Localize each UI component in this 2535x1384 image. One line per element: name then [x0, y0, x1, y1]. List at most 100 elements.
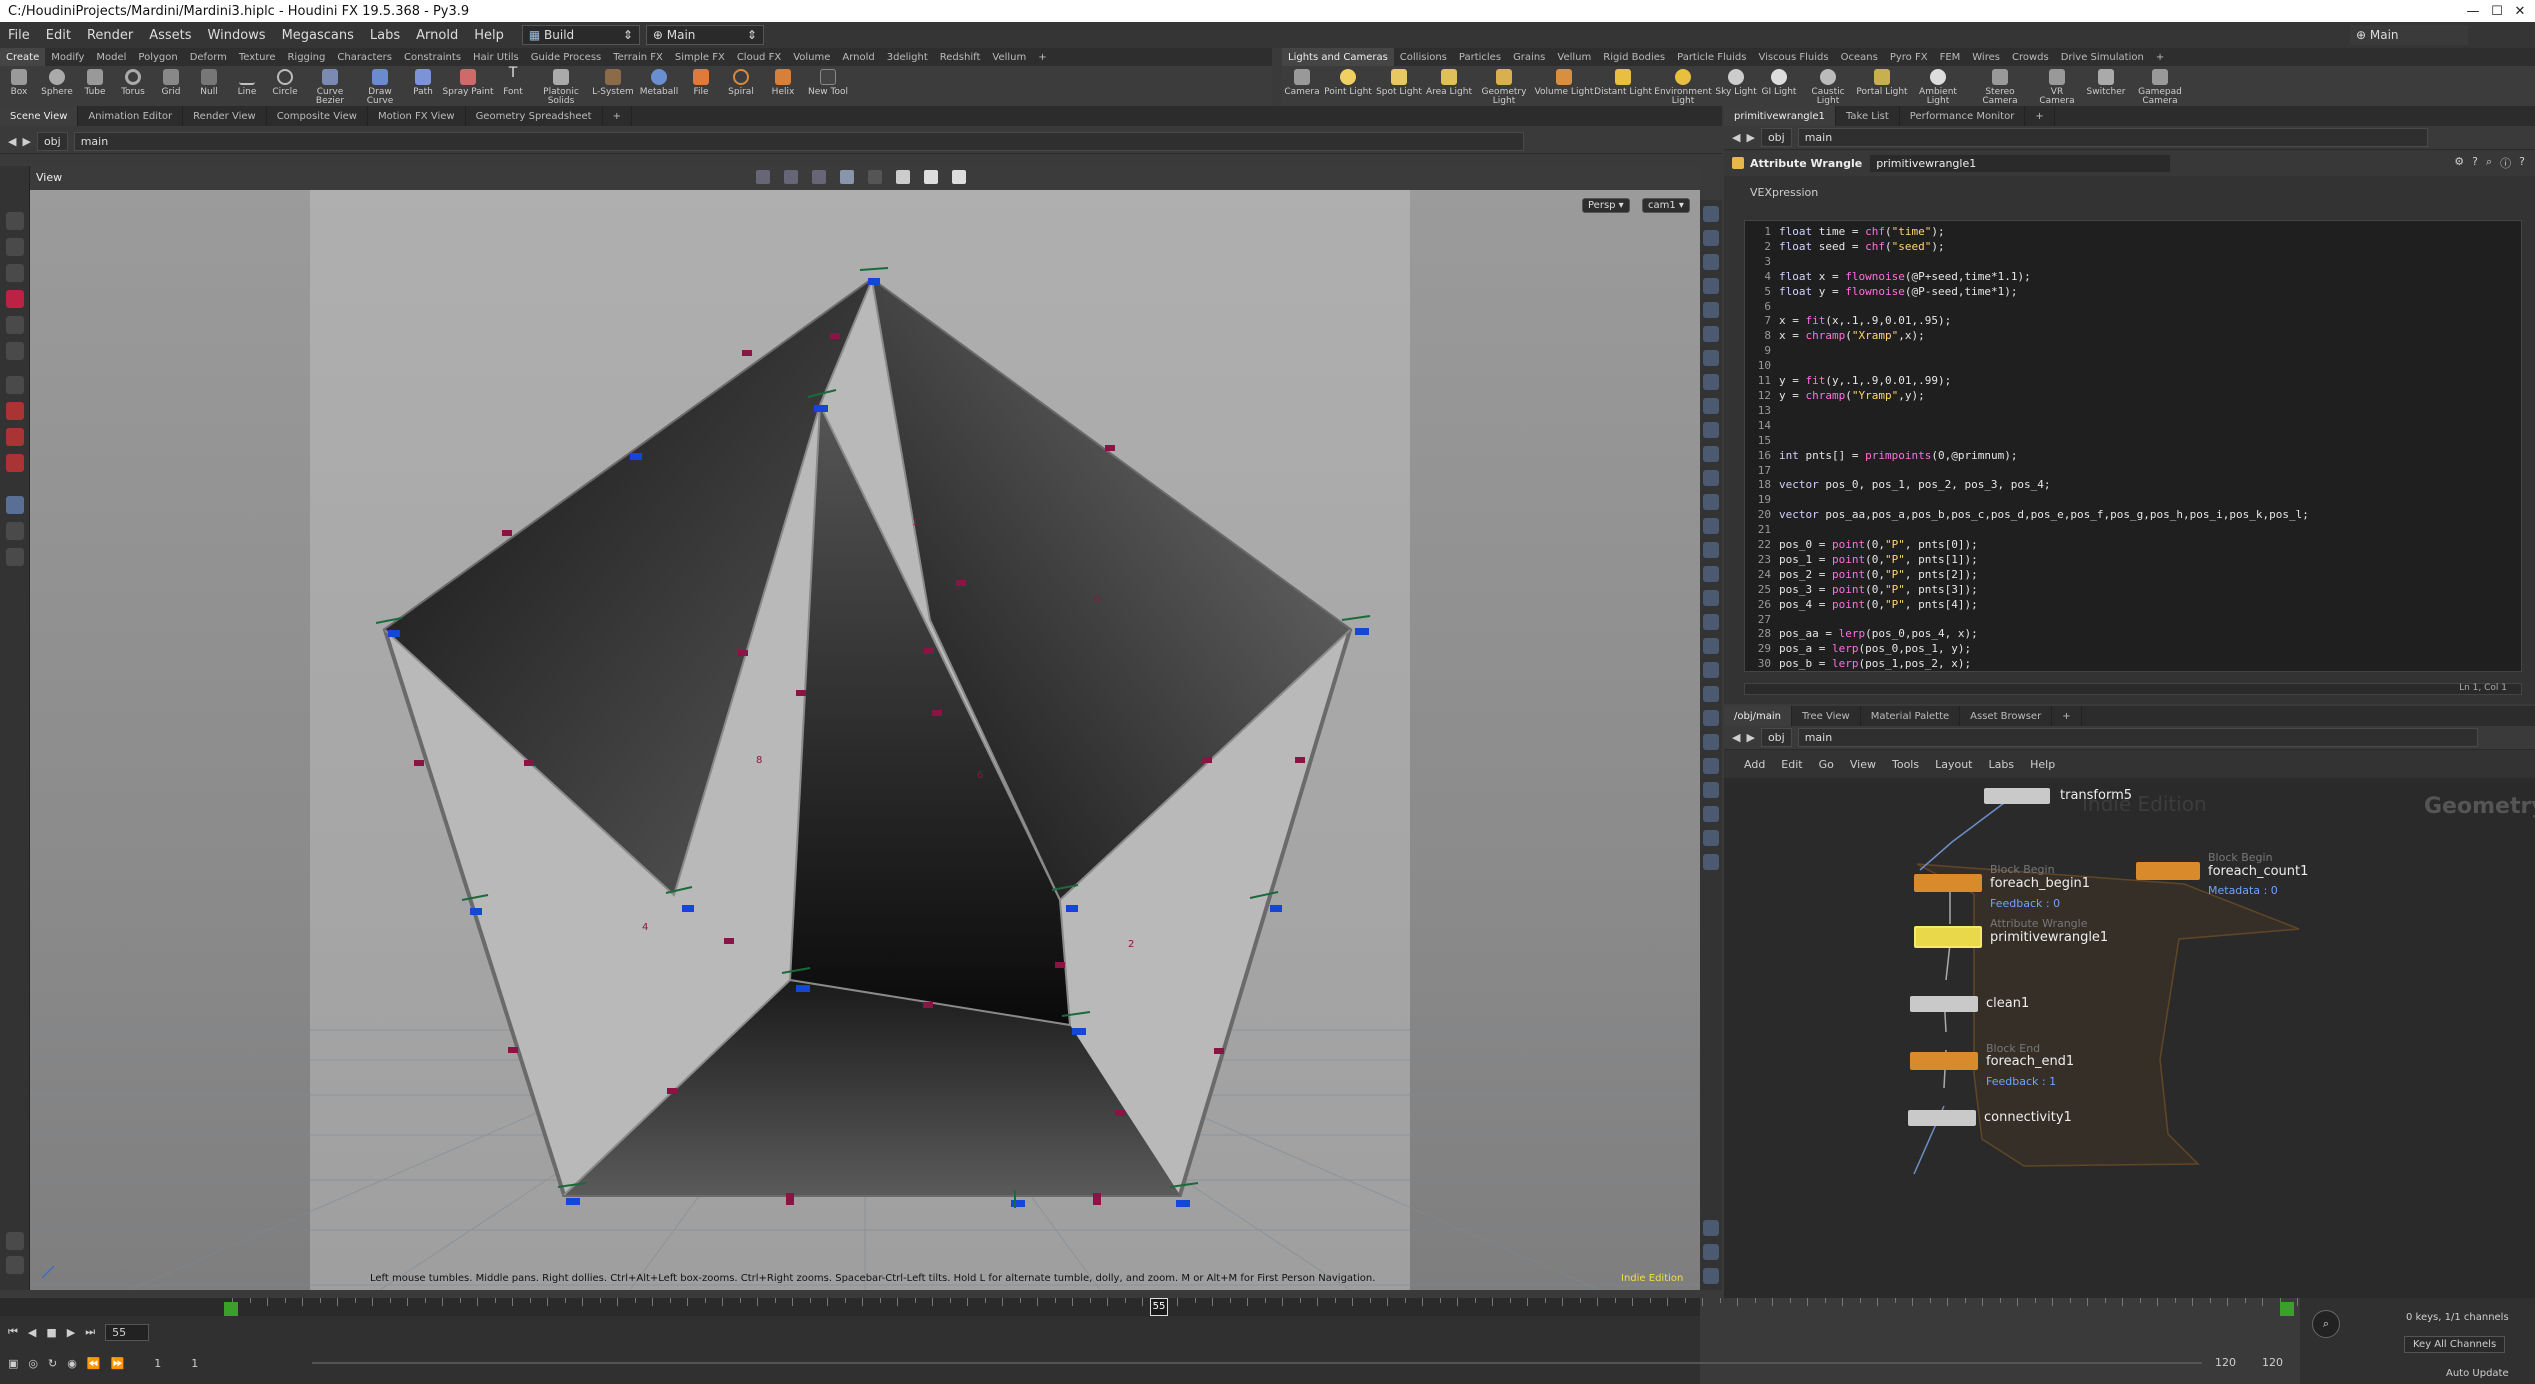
shelf-tab[interactable]: Simple FX	[669, 48, 731, 66]
shelf-tab[interactable]: Volume	[787, 48, 836, 66]
tab-composite-view[interactable]: Composite View	[267, 106, 368, 126]
tool-ambient-light[interactable]: Ambient Light	[1908, 66, 1968, 106]
loop-icon[interactable]: ↻	[48, 1357, 57, 1370]
range-start-handle[interactable]	[224, 1302, 238, 1316]
tool-null[interactable]: Null	[190, 66, 228, 97]
display-option-icon[interactable]	[1703, 350, 1719, 366]
auto-update-dropdown[interactable]: Auto Update	[2446, 1368, 2509, 1379]
next-key-icon[interactable]: ⏩	[111, 1357, 125, 1370]
path-obj[interactable]: obj	[1760, 728, 1792, 747]
path-main[interactable]: main	[1797, 728, 2478, 747]
tool-switcher[interactable]: Switcher	[2082, 66, 2130, 97]
range-end2-field[interactable]: 120	[2262, 1356, 2283, 1369]
tool-circle[interactable]: Circle	[266, 66, 304, 97]
tool-stereo-camera[interactable]: Stereo Camera	[1968, 66, 2032, 106]
tab-material-palette[interactable]: Material Palette	[1861, 706, 1961, 726]
add-shelf-tab-button[interactable]: +	[2150, 48, 2170, 66]
vex-code-editor[interactable]: 1 float time = chf("time"); 2 float seed = …	[1744, 220, 2522, 672]
stop-icon[interactable]: ■	[46, 1326, 56, 1339]
shelf-tab[interactable]: Crowds	[2006, 48, 2055, 66]
display-option-icon[interactable]	[1703, 806, 1719, 822]
add-pane-tab-button[interactable]: +	[2025, 106, 2055, 126]
tool-caustic-light[interactable]: Caustic Light	[1800, 66, 1856, 106]
network-menu-view[interactable]: View	[1850, 758, 1876, 771]
node-connectivity1[interactable]	[1908, 1110, 1976, 1126]
menu-arnold[interactable]: Arnold	[408, 28, 466, 43]
display-option-icon[interactable]	[1703, 734, 1719, 750]
magnet-icon[interactable]	[6, 454, 24, 472]
tool-path[interactable]: Path	[404, 66, 442, 97]
key-all-channels-button[interactable]: Key All Channels	[2404, 1336, 2506, 1353]
camera-dropdown[interactable]: cam1 ▾	[1642, 198, 1690, 213]
light-icon[interactable]	[6, 1232, 24, 1250]
help-icon[interactable]: ?	[2472, 155, 2478, 171]
back-icon[interactable]: ◀	[8, 135, 16, 148]
display-option-icon[interactable]	[1703, 854, 1719, 870]
node-foreach-end1[interactable]	[1910, 1052, 1978, 1070]
tab-render-view[interactable]: Render View	[183, 106, 267, 126]
network-menu-tools[interactable]: Tools	[1892, 758, 1919, 771]
forward-icon[interactable]: ▶	[1746, 131, 1754, 144]
tool-line[interactable]: Line	[228, 66, 266, 97]
close-button[interactable]: ✕	[2497, 0, 2535, 22]
tab-motion-fx-view[interactable]: Motion FX View	[368, 106, 466, 126]
shelf-tab[interactable]: Collisions	[1394, 48, 1453, 66]
shelf-tab[interactable]: Modify	[45, 48, 90, 66]
network-menu-layout[interactable]: Layout	[1935, 758, 1972, 771]
shelf-tab[interactable]: Wires	[1966, 48, 2006, 66]
forward-icon[interactable]: ▶	[22, 135, 30, 148]
tool-gi-light[interactable]: GI Light	[1758, 66, 1800, 97]
tool-sphere[interactable]: Sphere	[38, 66, 76, 97]
shelf-tab[interactable]: FEM	[1934, 48, 1967, 66]
display-option-icon[interactable]	[1703, 1244, 1719, 1260]
info-icon[interactable]	[1703, 1220, 1719, 1236]
tab-geometry-spreadsheet[interactable]: Geometry Spreadsheet	[466, 106, 603, 126]
shelf-tab[interactable]: Rigging	[281, 48, 331, 66]
network-menu-help[interactable]: Help	[2030, 758, 2055, 771]
shelf-tab[interactable]: Grains	[1507, 48, 1551, 66]
tab-animation-editor[interactable]: Animation Editor	[78, 106, 184, 126]
display-option-icon[interactable]	[1703, 590, 1719, 606]
tool-helix[interactable]: Helix	[762, 66, 804, 97]
display-option-icon[interactable]	[1703, 374, 1719, 390]
shelf-tab[interactable]: Characters	[331, 48, 398, 66]
display-option-icon[interactable]	[1703, 422, 1719, 438]
menu-assets[interactable]: Assets	[141, 28, 199, 43]
node-name-field[interactable]: primitivewrangle1	[1870, 154, 2171, 172]
display-option-icon[interactable]	[1703, 494, 1719, 510]
back-icon[interactable]: ◀	[1732, 131, 1740, 144]
tool-font[interactable]: T Font	[494, 66, 532, 97]
menu-windows[interactable]: Windows	[200, 28, 274, 43]
shelf-tab[interactable]: Constraints	[398, 48, 467, 66]
menu-megascans[interactable]: Megascans	[274, 28, 362, 43]
shelf-tab-lights[interactable]: Lights and Cameras	[1282, 48, 1394, 66]
tab-obj-main[interactable]: /obj/main	[1724, 706, 1792, 726]
display-option-icon[interactable]	[1703, 518, 1719, 534]
tool-box[interactable]: Box	[0, 66, 38, 97]
display-option-icon[interactable]	[1703, 470, 1719, 486]
display-option-icon[interactable]	[1703, 830, 1719, 846]
shelf-tab[interactable]: Texture	[233, 48, 282, 66]
shelf-tab[interactable]: Particles	[1453, 48, 1507, 66]
shelf-tab[interactable]: Drive Simulation	[2055, 48, 2150, 66]
info-icon[interactable]: ⓘ	[2500, 155, 2511, 171]
tool-gamepad-camera[interactable]: Gamepad Camera	[2130, 66, 2190, 106]
shelf-tab[interactable]: 3delight	[881, 48, 934, 66]
view-tool-icon[interactable]	[6, 264, 24, 282]
display-option-icon[interactable]	[1703, 638, 1719, 654]
perspective-dropdown[interactable]: Persp ▾	[1582, 198, 1630, 213]
display-option-icon[interactable]	[1703, 566, 1719, 582]
shelf-tab[interactable]: Viscous Fluids	[1752, 48, 1834, 66]
range-start-field[interactable]: 1	[154, 1357, 161, 1370]
render-region-icon[interactable]	[952, 170, 966, 184]
shelf-tab[interactable]: Pyro FX	[1884, 48, 1934, 66]
display-option-icon[interactable]	[1703, 398, 1719, 414]
path-main[interactable]: main	[1797, 128, 2428, 147]
tool-vr-camera[interactable]: VR Camera	[2032, 66, 2082, 106]
display-option-icon[interactable]	[1703, 686, 1719, 702]
display-option-icon[interactable]	[1703, 710, 1719, 726]
node-transform5[interactable]	[1984, 788, 2050, 804]
tool-distant-light[interactable]: Distant Light	[1594, 66, 1652, 97]
range-end-field[interactable]: 120	[2215, 1356, 2236, 1369]
range-start2-field[interactable]: 1	[191, 1357, 198, 1370]
